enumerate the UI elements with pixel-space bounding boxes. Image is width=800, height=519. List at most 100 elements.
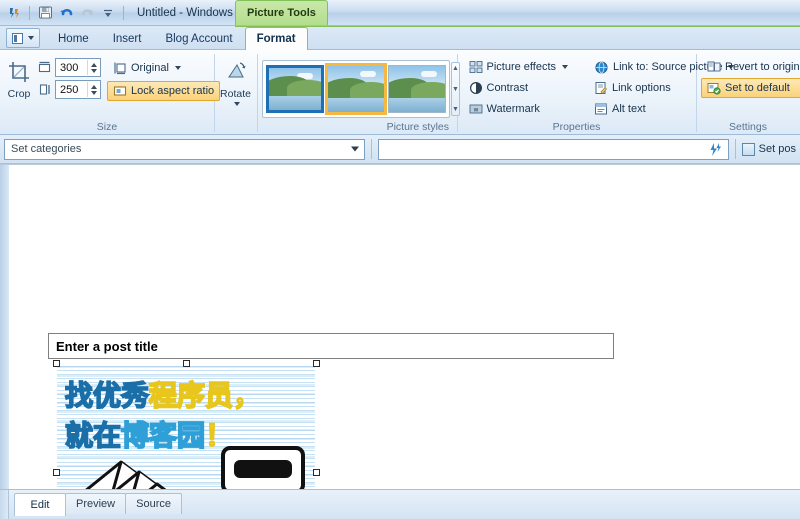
chevron-down-icon[interactable] bbox=[233, 102, 240, 106]
post-image[interactable]: 找优秀程序员， 就在博客园！ bbox=[57, 366, 315, 489]
original-size-icon bbox=[114, 62, 126, 75]
view-tab-source[interactable]: Source bbox=[125, 493, 182, 514]
rotate-group-label bbox=[215, 120, 257, 134]
height-row: 250 bbox=[37, 80, 101, 99]
rotate-button[interactable]: Rotate bbox=[219, 55, 252, 107]
lock-aspect-ratio-toggle[interactable]: Lock aspect ratio bbox=[107, 81, 221, 101]
post-properties-bar: Set categories Set pos bbox=[0, 135, 800, 164]
tags-input[interactable] bbox=[377, 138, 729, 160]
set-to-default-icon bbox=[707, 83, 721, 95]
picture-effects-label: Picture effects bbox=[486, 61, 557, 73]
hill-decor-2 bbox=[350, 82, 384, 98]
size-group-label: Size bbox=[96, 121, 118, 133]
post-editor-canvas[interactable]: Enter a post title 找优秀程序员， 就在博客园！ bbox=[0, 164, 800, 489]
tab-format[interactable]: Format bbox=[244, 27, 308, 50]
save-icon[interactable] bbox=[36, 4, 54, 22]
contrast-label: Contrast bbox=[486, 82, 529, 94]
view-tab-edit[interactable]: Edit bbox=[14, 493, 66, 516]
redo-icon bbox=[78, 4, 96, 22]
chevron-down-icon[interactable] bbox=[562, 65, 568, 69]
tab-blog-account[interactable]: Blog Account bbox=[153, 28, 244, 49]
watermark-label: Watermark bbox=[486, 103, 540, 115]
original-size-label: Original bbox=[131, 62, 169, 74]
settings-group-label: Settings bbox=[729, 121, 767, 133]
stepper-up-icon[interactable] bbox=[90, 62, 97, 67]
app-menu-icon[interactable] bbox=[5, 4, 23, 22]
height-icon bbox=[37, 83, 51, 97]
resize-handle-n[interactable] bbox=[183, 360, 190, 367]
selected-image-container[interactable]: 找优秀程序员， 就在博客园！ bbox=[53, 360, 320, 489]
set-post-date-button[interactable]: Set pos bbox=[741, 142, 796, 156]
calendar-icon bbox=[741, 142, 755, 156]
resize-handle-ne[interactable] bbox=[313, 360, 320, 367]
width-input[interactable]: 300 bbox=[55, 58, 101, 77]
resize-handle-e[interactable] bbox=[313, 469, 320, 476]
image-headline-line-1: 找优秀程序员， bbox=[64, 378, 262, 413]
stepper-down-icon[interactable] bbox=[90, 90, 97, 95]
window-left-grip bbox=[0, 490, 9, 519]
height-stepper[interactable] bbox=[87, 82, 99, 97]
picture-style-thumb-0[interactable] bbox=[266, 65, 324, 113]
undo-icon[interactable] bbox=[57, 4, 75, 22]
view-tab-preview[interactable]: Preview bbox=[65, 493, 127, 514]
revert-to-original-button[interactable]: Revert to original bbox=[701, 57, 800, 77]
app-button-icon bbox=[12, 32, 23, 44]
revert-to-original-icon bbox=[707, 61, 721, 72]
post-title-value: Enter a post title bbox=[56, 338, 158, 354]
picture-styles-group-label: Picture styles bbox=[386, 121, 449, 133]
rotate-label: Rotate bbox=[220, 88, 251, 100]
publish-icon bbox=[710, 142, 721, 156]
width-stepper[interactable] bbox=[87, 60, 99, 75]
resize-handle-nw[interactable] bbox=[53, 360, 60, 367]
contrast-icon bbox=[469, 81, 482, 95]
post-title-input[interactable]: Enter a post title bbox=[48, 333, 614, 359]
contextual-tab-band bbox=[235, 26, 800, 27]
envelopes-illustration: 简 历 bbox=[85, 460, 167, 489]
set-to-default-label: Set to default bbox=[725, 82, 790, 94]
crop-label: Crop bbox=[7, 88, 31, 100]
original-size-button[interactable]: Original bbox=[107, 58, 220, 78]
customize-qat-icon[interactable] bbox=[99, 4, 117, 22]
crop-button[interactable]: Crop bbox=[5, 55, 33, 101]
cloud-decor bbox=[421, 71, 437, 77]
ribbon: Crop 300 250 Original Lock aspect ratio … bbox=[0, 50, 800, 135]
hill-decor-2 bbox=[411, 82, 445, 98]
ribbon-app-button[interactable] bbox=[6, 28, 40, 48]
ribbon-group-size: Crop 300 250 Original Lock aspect ratio … bbox=[0, 50, 221, 134]
picture-styles-gallery[interactable] bbox=[262, 60, 450, 118]
tab-home[interactable]: Home bbox=[46, 28, 101, 49]
chevron-down-icon[interactable] bbox=[174, 66, 181, 70]
water-decor bbox=[328, 98, 384, 112]
picture-style-thumb-1[interactable] bbox=[325, 63, 387, 115]
title-bar: Untitled - Windows Live W... Picture Too… bbox=[0, 0, 800, 26]
picture-style-thumb-2[interactable] bbox=[388, 65, 446, 113]
quick-access-toolbar bbox=[0, 0, 127, 25]
chevron-down-icon[interactable] bbox=[350, 146, 359, 152]
width-row: 300 bbox=[37, 58, 101, 77]
properties-bar-separator bbox=[370, 139, 372, 159]
crop-icon bbox=[9, 62, 29, 82]
alt-text-icon bbox=[595, 103, 607, 115]
width-value: 300 bbox=[60, 61, 79, 74]
tab-insert[interactable]: Insert bbox=[101, 28, 154, 49]
rotate-icon bbox=[227, 62, 246, 78]
chevron-down-icon bbox=[28, 36, 34, 40]
svg-text:w: w bbox=[473, 107, 478, 114]
stepper-down-icon[interactable] bbox=[90, 68, 97, 73]
settings-col: Revert to original Set to default bbox=[701, 55, 800, 98]
contrast-button[interactable]: Contrast bbox=[463, 78, 575, 98]
resize-handle-w[interactable] bbox=[53, 469, 60, 476]
set-categories-dropdown[interactable]: Set categories bbox=[4, 138, 365, 160]
link-options-icon bbox=[595, 82, 607, 95]
ribbon-group-rotate: Rotate bbox=[215, 50, 257, 134]
width-icon bbox=[37, 61, 51, 75]
height-input[interactable]: 250 bbox=[55, 80, 101, 99]
watermark-button[interactable]: w Watermark bbox=[463, 99, 575, 119]
water-decor bbox=[269, 96, 321, 110]
set-to-default-button[interactable]: Set to default bbox=[701, 78, 800, 98]
set-post-date-label: Set pos bbox=[758, 143, 796, 155]
properties-col-1: Picture effects Contrast w Watermark bbox=[463, 55, 575, 119]
properties-bar-separator-2 bbox=[734, 139, 736, 159]
picture-effects-button[interactable]: Picture effects bbox=[463, 57, 575, 77]
stepper-up-icon[interactable] bbox=[90, 84, 97, 89]
